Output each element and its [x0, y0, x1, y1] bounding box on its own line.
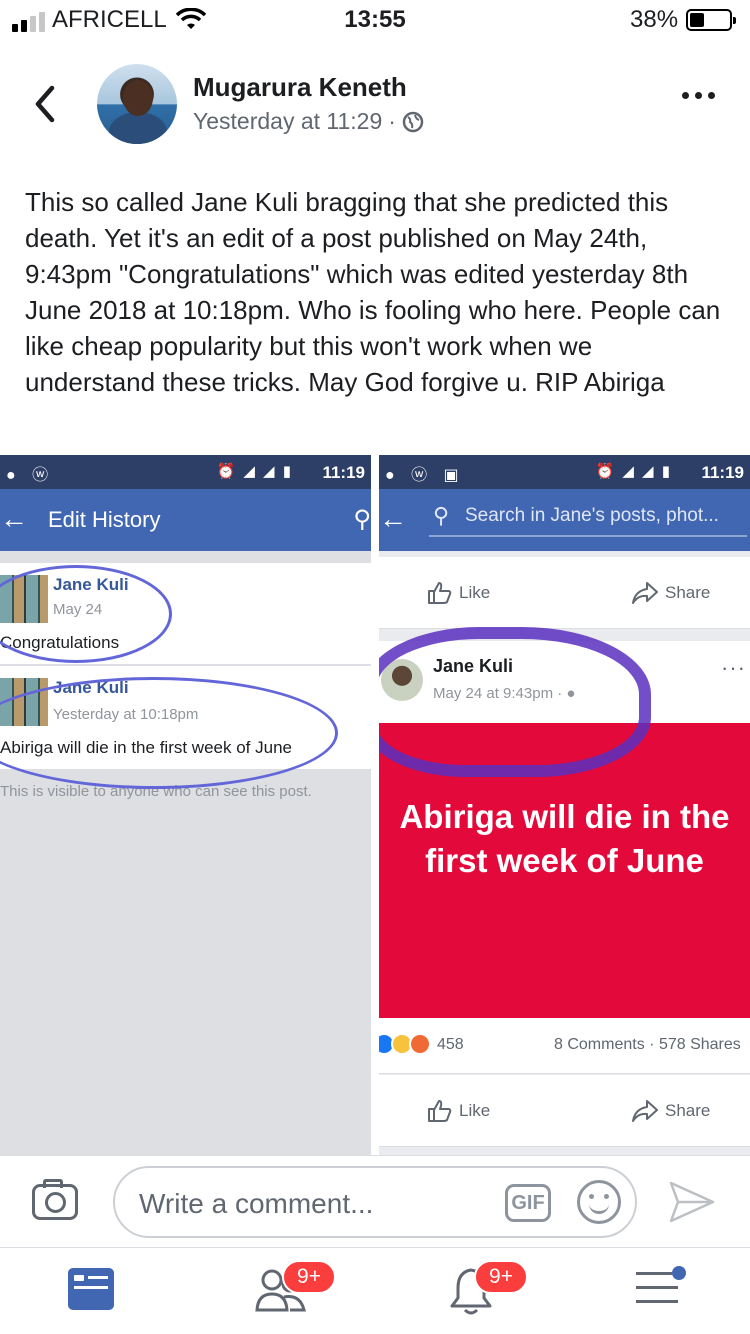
profile-thumbnail	[381, 659, 423, 701]
history-date: Yesterday at 10:18pm	[53, 706, 199, 723]
whatsapp-icon: ● ⓦ ▣	[385, 467, 465, 484]
tab-notifications[interactable]: 9+	[446, 1260, 528, 1318]
android-clock: 11:19	[322, 463, 365, 482]
post-image[interactable]: ● ⓦ ⏰ ◢ ◢ ▮ 11:19 ← Edit History ⚲ Jane …	[0, 455, 750, 1155]
author-name[interactable]: Mugarura Keneth	[193, 72, 407, 103]
comment-count: 8 Comments	[554, 1036, 645, 1053]
history-text: Congratulations	[0, 633, 120, 652]
share-count: 578 Shares	[658, 1036, 741, 1053]
colored-status-panel: Abiriga will die in the first week of Ju…	[379, 723, 750, 1018]
share-label: Share	[665, 583, 711, 602]
facebook-search-bar: ← ⚲ Search in Jane's posts, phot...	[379, 489, 750, 551]
post-meta: Yesterday at 11:29 ·	[193, 108, 424, 135]
android-status-bar: ● ⓦ ⏰ ◢ ◢ ▮ 11:19	[0, 455, 371, 489]
visibility-note: This is visible to anyone who can see th…	[0, 783, 312, 800]
jane-post-screenshot: ● ⓦ ▣ ⏰ ◢ ◢ ▮ 11:19 ← ⚲ Search in Jane's…	[379, 455, 750, 1155]
globe-icon: ●	[566, 685, 576, 702]
history-entry: Jane Kuli Yesterday at 10:18pm Abiriga w…	[0, 666, 371, 770]
android-clock: 11:19	[701, 463, 744, 482]
post-author: Jane Kuli	[433, 656, 514, 676]
date-separator: ·	[557, 685, 563, 702]
like-label: Like	[459, 1101, 491, 1120]
like-action: Like	[427, 1099, 490, 1123]
search-icon: ⚲	[433, 503, 450, 528]
search-placeholder: Search in Jane's posts, phot...	[465, 505, 719, 526]
edit-history-title: Edit History	[48, 507, 161, 532]
jane-post-card: Jane Kuli May 24 at 9:43pm · ● ··· Abiri…	[379, 641, 750, 1018]
post-action-row: Like Share	[379, 1075, 750, 1147]
more-options-button[interactable]	[682, 92, 715, 99]
profile-thumbnail	[0, 575, 48, 623]
friends-badge: 9+	[282, 1260, 336, 1294]
image-divider	[371, 455, 379, 1155]
share-action: Share	[631, 1099, 710, 1123]
reactions-row: 458 8 Comments · 578 Shares	[379, 1018, 750, 1074]
camera-icon[interactable]	[32, 1179, 78, 1220]
thumbs-up-icon	[428, 582, 452, 604]
android-status-icons: ⏰ ◢ ◢ ▮	[216, 463, 293, 480]
bottom-tab-bar: 9+ 9+	[0, 1247, 750, 1334]
more-options-icon: ···	[721, 655, 746, 680]
profile-thumbnail	[0, 678, 48, 726]
share-action: Share	[631, 581, 710, 605]
like-action: Like	[427, 581, 490, 605]
share-arrow-icon	[632, 582, 658, 604]
edit-history-screenshot: ● ⓦ ⏰ ◢ ◢ ▮ 11:19 ← Edit History ⚲ Jane …	[0, 455, 371, 1155]
engagement-counts: 8 Comments · 578 Shares	[554, 1036, 741, 1054]
post-date-row: May 24 at 9:43pm · ●	[433, 685, 575, 702]
search-icon: ⚲	[353, 506, 371, 533]
comment-placeholder: Write a comment...	[139, 1188, 374, 1219]
search-field: ⚲ Search in Jane's posts, phot...	[429, 501, 747, 537]
comment-input[interactable]: Write a comment... GIF	[113, 1166, 637, 1238]
reaction-count: 458	[437, 1036, 464, 1053]
comment-composer: Write a comment... GIF	[0, 1155, 750, 1247]
post-action-row: Like Share	[379, 557, 750, 629]
post-timestamp[interactable]: Yesterday at 11:29	[193, 108, 382, 135]
count-separator: ·	[649, 1036, 655, 1053]
meta-separator: ·	[388, 108, 396, 134]
newsfeed-icon	[68, 1268, 114, 1310]
share-label: Share	[665, 1101, 711, 1120]
back-arrow-icon: ←	[0, 503, 28, 534]
battery-percent: 38%	[630, 6, 679, 33]
globe-icon	[402, 111, 424, 132]
android-status-bar: ● ⓦ ▣ ⏰ ◢ ◢ ▮ 11:19	[379, 455, 750, 489]
history-author: Jane Kuli	[53, 575, 129, 594]
send-icon[interactable]	[668, 1180, 716, 1224]
emoji-icon[interactable]	[577, 1180, 621, 1224]
angry-reaction-icon	[409, 1033, 431, 1055]
author-avatar[interactable]	[97, 64, 177, 144]
history-author: Jane Kuli	[53, 678, 129, 697]
back-arrow-icon: ←	[379, 503, 407, 534]
tab-friends[interactable]: 9+	[254, 1260, 336, 1318]
reaction-icons	[379, 1033, 431, 1055]
thumbs-up-icon	[428, 1100, 452, 1122]
history-entry: Jane Kuli May 24 Congratulations	[0, 563, 371, 665]
status-bar: AFRICELL 13:55 38%	[0, 0, 750, 40]
battery-icon	[686, 9, 736, 31]
post-date: May 24 at 9:43pm	[433, 685, 554, 702]
whatsapp-icon: ● ⓦ	[6, 467, 55, 484]
notifications-badge: 9+	[474, 1260, 528, 1294]
like-label: Like	[459, 583, 491, 602]
history-date: May 24	[53, 601, 103, 618]
back-button[interactable]	[30, 84, 60, 124]
tab-news-feed[interactable]	[66, 1266, 126, 1318]
share-arrow-icon	[632, 1100, 658, 1122]
edit-history-app-bar: ← Edit History ⚲	[0, 489, 371, 551]
post-body-text: This so called Jane Kuli bragging that s…	[25, 187, 721, 397]
gif-button[interactable]: GIF	[505, 1184, 551, 1222]
history-text: Abiriga will die in the first week of Ju…	[0, 738, 292, 757]
android-status-icons: ⏰ ◢ ◢ ▮	[595, 463, 672, 480]
menu-notification-dot	[672, 1266, 686, 1280]
